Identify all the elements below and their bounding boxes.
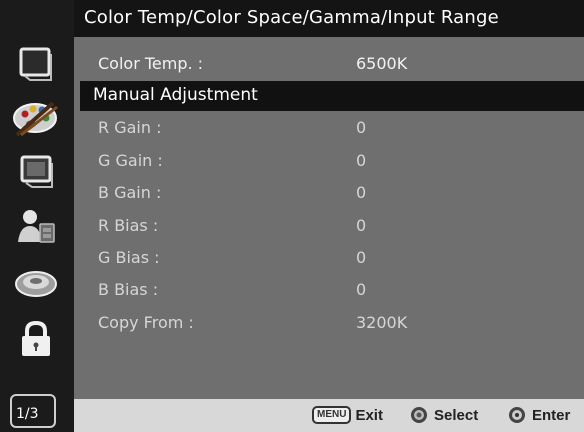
- row-label: B Bias :: [98, 280, 159, 299]
- menu-row-b-bias[interactable]: B Bias : 0: [74, 275, 584, 305]
- menu-row-copy-from[interactable]: Copy From : 3200K: [74, 308, 584, 338]
- menu-row-r-gain[interactable]: R Gain : 0: [74, 113, 584, 143]
- monitor-icon[interactable]: [8, 44, 64, 84]
- header-bar: Color Temp/Color Space/Gamma/Input Range: [74, 0, 584, 37]
- user-tools-icon[interactable]: [8, 206, 64, 246]
- row-label: G Gain :: [98, 151, 163, 170]
- palette-icon[interactable]: [8, 97, 64, 137]
- menu-panel: Color Temp. : 6500K Manual Adjustment R …: [74, 37, 584, 399]
- row-label: R Bias :: [98, 216, 159, 235]
- knob-enter-icon: [509, 407, 525, 423]
- row-value: 0: [356, 151, 367, 170]
- enter-label: Enter: [532, 406, 571, 424]
- menu-row-r-bias[interactable]: R Bias : 0: [74, 211, 584, 241]
- lock-icon[interactable]: [8, 319, 64, 359]
- row-label: Color Temp. :: [98, 54, 204, 73]
- row-value: 0: [356, 183, 367, 202]
- exit-hint[interactable]: MENU Exit: [312, 406, 383, 424]
- row-value: 0: [356, 280, 367, 299]
- knob-select-icon: [411, 407, 427, 423]
- row-value: 0: [356, 248, 367, 267]
- joystick-icon[interactable]: [8, 262, 64, 302]
- row-label: Manual Adjustment: [93, 85, 258, 105]
- row-label: B Gain :: [98, 183, 162, 202]
- menu-row-g-gain[interactable]: G Gain : 0: [74, 146, 584, 176]
- select-hint[interactable]: Select: [410, 406, 478, 424]
- row-value: 0: [356, 216, 367, 235]
- menu-row-b-gain[interactable]: B Gain : 0: [74, 178, 584, 208]
- row-value: 3200K: [356, 313, 408, 332]
- footer-bar: MENU Exit Select Enter: [74, 399, 584, 432]
- menu-key-icon: MENU: [312, 406, 352, 424]
- row-label: G Bias :: [98, 248, 160, 267]
- screen-icon[interactable]: [8, 152, 64, 192]
- menu-row-g-bias[interactable]: G Bias : 0: [74, 243, 584, 273]
- exit-label: Exit: [355, 406, 383, 424]
- row-value: 0: [356, 118, 367, 137]
- page-indicator[interactable]: 1/3: [10, 394, 56, 428]
- enter-hint[interactable]: Enter: [508, 406, 570, 424]
- menu-row-color-temp[interactable]: Color Temp. : 6500K: [74, 49, 584, 79]
- sidebar: 1/3: [0, 0, 74, 432]
- select-label: Select: [434, 406, 479, 424]
- row-label: Copy From :: [98, 313, 194, 332]
- row-value: 6500K: [356, 54, 408, 73]
- page-title: Color Temp/Color Space/Gamma/Input Range: [84, 7, 499, 28]
- row-label: R Gain :: [98, 118, 162, 137]
- menu-row-manual-adjustment[interactable]: Manual Adjustment: [80, 81, 584, 111]
